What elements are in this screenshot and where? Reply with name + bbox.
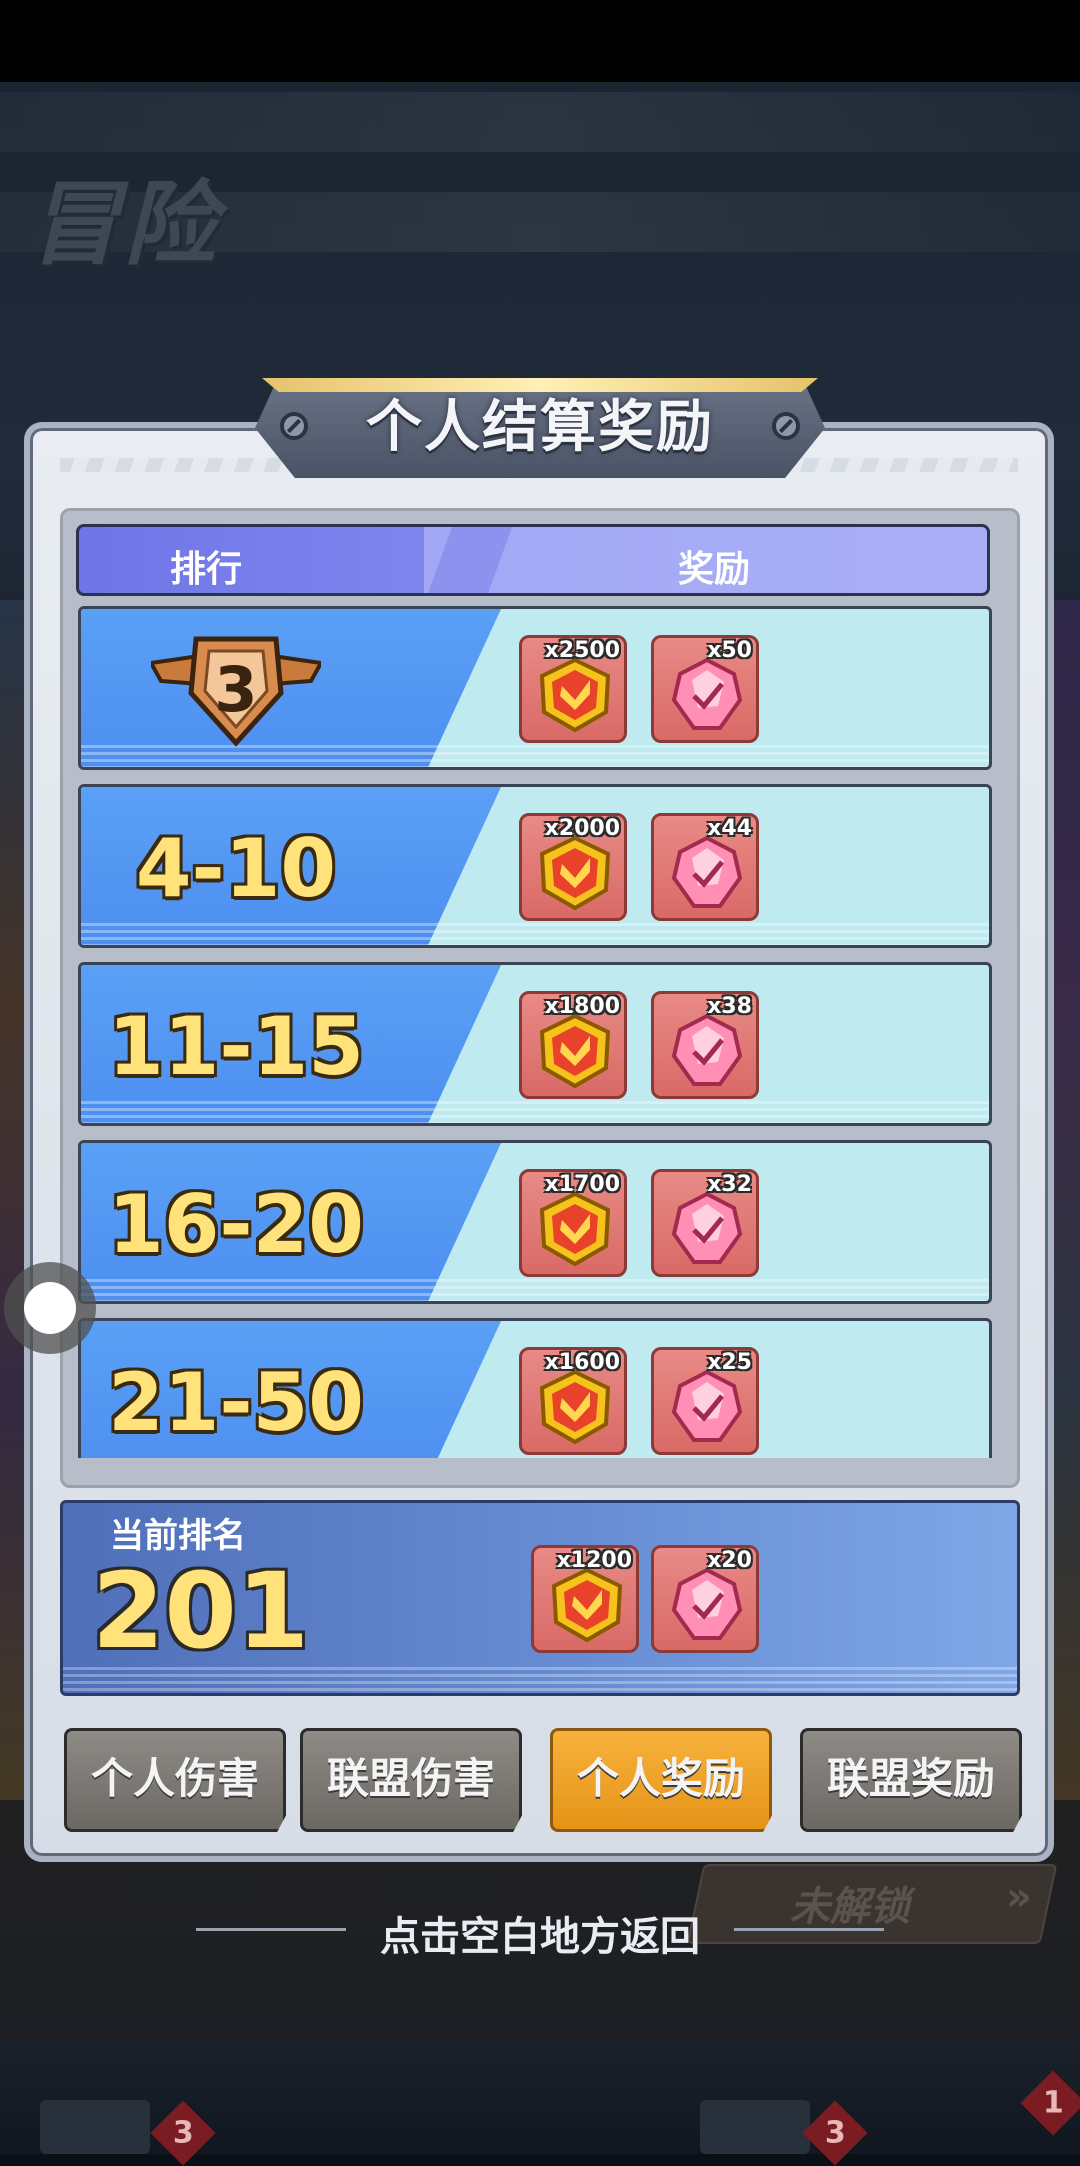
header-rank: 排行 [170, 549, 243, 590]
gold-shield-coin-icon [539, 1191, 611, 1267]
rank-range: 21-50 [108, 1356, 364, 1449]
pink-crystal-icon [671, 1013, 743, 1086]
reward-row: 11-15 x1800 x38 [78, 962, 992, 1126]
status-bar [0, 0, 1080, 82]
reward-item[interactable]: x25 [651, 1347, 759, 1455]
reward-quantity: x2500 [544, 638, 620, 663]
reward-quantity: x20 [707, 1548, 752, 1573]
reward-quantity: x25 [707, 1350, 752, 1375]
scene-title: 冒险 [28, 171, 221, 278]
dialog-title: 个人结算奖励 [366, 395, 714, 460]
reward-row: 21-50 x1600 x25 [78, 1318, 992, 1458]
reward-quantity: x44 [707, 816, 752, 841]
row-stripes [81, 745, 989, 767]
gold-shield-coin-icon [539, 1369, 611, 1445]
pink-crystal-icon [671, 657, 743, 730]
medal-number: 3 [214, 653, 257, 726]
pink-crystal-icon [671, 1191, 743, 1264]
reward-quantity: x50 [707, 638, 752, 663]
scene-right-decoration [1052, 600, 1080, 1800]
reward-quantity: x32 [707, 1172, 752, 1197]
reward-quantity: x1800 [544, 994, 620, 1019]
bronze-medal-icon: 3 [151, 636, 321, 747]
reward-item[interactable]: x2500 [519, 635, 627, 743]
rank-range: 4-10 [135, 822, 337, 915]
floating-assistant-button[interactable] [4, 1262, 96, 1354]
reward-item[interactable]: x2000 [519, 813, 627, 921]
reward-item[interactable]: x50 [651, 635, 759, 743]
reward-row: 16-20 x1700 x32 [78, 1140, 992, 1304]
reward-item[interactable]: x1200 [531, 1545, 639, 1653]
reward-row: 4-10 x2000 x44 [78, 784, 992, 948]
reward-quantity: x1700 [544, 1172, 620, 1197]
gold-shield-coin-icon [539, 657, 611, 733]
gold-shield-coin-icon [551, 1567, 623, 1643]
bottom-nav-slot [700, 2100, 810, 2154]
pink-crystal-icon [671, 835, 743, 908]
tab-alliance-damage[interactable]: 联盟伤害 [300, 1728, 522, 1832]
reward-item[interactable]: x44 [651, 813, 759, 921]
header-reward: 奖励 [678, 549, 751, 590]
rank-range: 16-20 [108, 1178, 364, 1271]
reward-quantity: x1200 [556, 1548, 632, 1573]
reward-item[interactable]: x32 [651, 1169, 759, 1277]
reward-quantity: x1600 [544, 1350, 620, 1375]
header-divider [425, 527, 513, 593]
pink-crystal-icon [671, 1369, 743, 1442]
reward-row: 3 x2500 x50 [78, 606, 992, 770]
reward-list[interactable]: 3 x2500 x50 4-10 x2000 x44 11-15 x1800 x… [78, 606, 994, 1458]
reward-item[interactable]: x1700 [519, 1169, 627, 1277]
reward-item[interactable]: x1600 [519, 1347, 627, 1455]
tab-personal-reward[interactable]: 个人奖励 [550, 1728, 772, 1832]
reward-item[interactable]: x1800 [519, 991, 627, 1099]
reward-quantity: x38 [707, 994, 752, 1019]
gold-shield-coin-icon [539, 835, 611, 911]
rank-range: 11-15 [108, 1000, 364, 1093]
reward-item[interactable]: x38 [651, 991, 759, 1099]
tab-alliance-reward[interactable]: 联盟奖励 [800, 1728, 1022, 1832]
scene-stripe [0, 92, 1080, 152]
reward-quantity: x2000 [544, 816, 620, 841]
tab-personal-damage[interactable]: 个人伤害 [64, 1728, 286, 1832]
current-rank-value: 201 [92, 1550, 310, 1672]
back-hint[interactable]: 点击空白地方返回 [0, 1904, 1080, 1962]
gold-shield-coin-icon [539, 1013, 611, 1089]
reward-item[interactable]: x20 [651, 1545, 759, 1653]
bottom-nav-slot [40, 2100, 150, 2154]
pink-crystal-icon [671, 1567, 743, 1640]
